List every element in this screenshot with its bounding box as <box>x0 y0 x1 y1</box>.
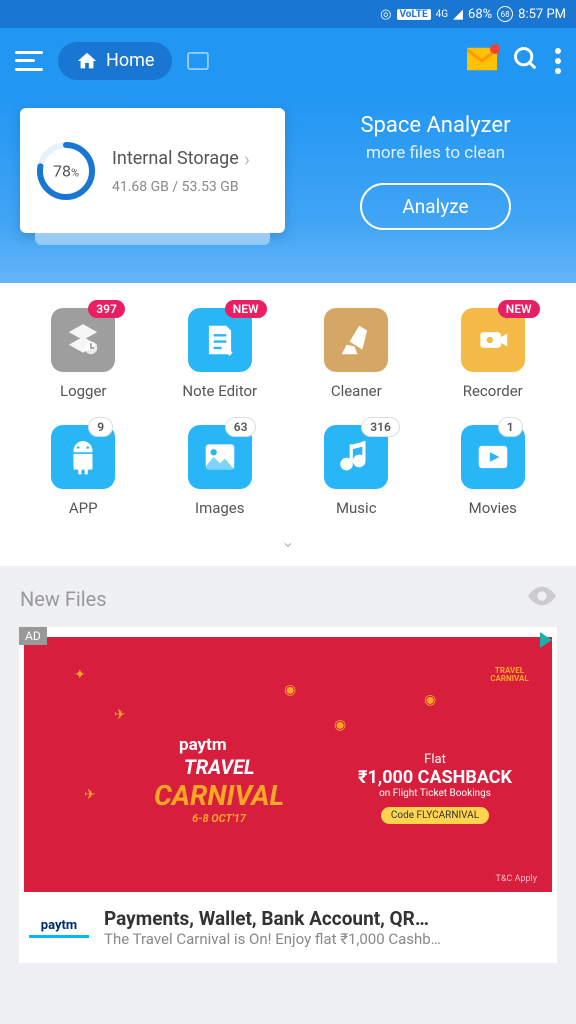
ad-travel-text: TRAVEL <box>154 755 284 779</box>
chevron-right-icon: › <box>244 147 250 171</box>
ad-flat-text: Flat <box>358 752 512 767</box>
ad-label: AD <box>19 627 47 645</box>
deco-icon: ✈ <box>84 787 96 803</box>
grid-label: Movies <box>430 499 557 517</box>
deco-icon: ◉ <box>284 682 296 698</box>
grid-label: Recorder <box>430 382 557 400</box>
clock: 8:57 PM <box>518 7 566 22</box>
storage-percent: 78 <box>53 161 71 180</box>
storage-title: Internal Storage <box>112 148 239 169</box>
deco-icon: ◉ <box>424 692 436 708</box>
category-grid: 397 Logger NEW Note Editor Cleaner NEW <box>0 283 576 527</box>
analyze-button[interactable]: Analyze <box>360 183 510 230</box>
expand-toggle[interactable]: ⌄ <box>0 527 576 566</box>
hero-section: 78% Internal Storage› 41.68 GB / 53.53 G… <box>0 93 576 283</box>
ad-brand: paytm <box>179 735 227 755</box>
ad-banner: ✦ ✈ ✈ ◉ ◉ ◉ TRAVELCARNIVAL paytm TRAVEL … <box>24 637 552 892</box>
grid-item-recorder[interactable]: NEW Recorder <box>430 308 557 400</box>
grid-label: Cleaner <box>293 382 420 400</box>
badge: NEW <box>498 300 540 318</box>
ad-footer-logo: paytm <box>29 918 89 938</box>
signal-icon: ◢ <box>453 7 463 22</box>
badge: NEW <box>225 300 267 318</box>
ad-footer: paytm Payments, Wallet, Bank Account, QR… <box>19 892 557 963</box>
new-files-header: New Files <box>0 566 576 621</box>
grid-label: Logger <box>20 382 147 400</box>
grid-item-movies[interactable]: 1 Movies <box>430 425 557 517</box>
mail-button[interactable] <box>467 47 497 75</box>
grid-item-cleaner[interactable]: Cleaner <box>293 308 420 400</box>
storage-ring: 78% <box>35 140 97 202</box>
ad-dates: 6-8 OCT'17 <box>154 812 284 825</box>
sd-card-decoration <box>35 233 270 245</box>
storage-info: Internal Storage› 41.68 GB / 53.53 GB <box>112 147 250 195</box>
adchoices-icon[interactable] <box>540 632 552 648</box>
analyzer-subtitle: more files to clean <box>315 143 556 163</box>
grid-label: Music <box>293 499 420 517</box>
ad-amount: ₹1,000 CASHBACK <box>358 767 512 788</box>
badge: 63 <box>225 417 257 437</box>
grid-label: APP <box>20 499 147 517</box>
search-icon <box>512 45 540 73</box>
visibility-icon[interactable] <box>528 586 556 611</box>
ad-footer-content: Payments, Wallet, Bank Account, QR… The … <box>104 907 547 948</box>
grid-item-app[interactable]: 9 APP <box>20 425 147 517</box>
ad-logo-text: paytm <box>29 918 89 933</box>
badge: 1 <box>498 417 523 437</box>
grid-label: Images <box>157 499 284 517</box>
analyzer-section: Space Analyzer more files to clean Analy… <box>315 108 556 283</box>
storage-usage: 41.68 GB / 53.53 GB <box>112 179 250 195</box>
search-button[interactable] <box>512 45 540 77</box>
home-label: Home <box>106 50 154 71</box>
menu-button[interactable] <box>15 51 43 71</box>
volte-badge: VoLTE <box>397 9 431 20</box>
badge: 316 <box>361 417 400 437</box>
ad-code: Code FLYCARNIVAL <box>381 807 489 824</box>
ad-cashback: Flat ₹1,000 CASHBACK on Flight Ticket Bo… <box>358 752 512 824</box>
ad-carnival-text: CARNIVAL <box>154 779 284 812</box>
home-chip[interactable]: Home <box>58 42 172 80</box>
grid-item-images[interactable]: 63 Images <box>157 425 284 517</box>
ad-tnc: T&C Apply <box>496 874 537 884</box>
battery-ring: 68 <box>497 6 513 22</box>
badge: 397 <box>88 300 125 318</box>
ad-on-text: on Flight Ticket Bookings <box>358 788 512 799</box>
app-header: Home <box>0 28 576 93</box>
deco-icon: ◉ <box>334 717 346 733</box>
grid-item-note-editor[interactable]: NEW Note Editor <box>157 308 284 400</box>
grid-item-music[interactable]: 316 Music <box>293 425 420 517</box>
ad-footer-title: Payments, Wallet, Bank Account, QR… <box>104 907 547 930</box>
notification-dot <box>490 44 500 54</box>
battery-text: 68% <box>468 7 492 22</box>
hotspot-icon: ◎ <box>380 7 391 22</box>
network-icon: 4G <box>436 9 448 20</box>
ad-headline: TRAVEL CARNIVAL 6-8 OCT'17 <box>154 755 284 825</box>
ad-card[interactable]: AD ✦ ✈ ✈ ◉ ◉ ◉ TRAVELCARNIVAL paytm TRAV… <box>18 626 558 964</box>
more-button[interactable] <box>555 48 561 74</box>
section-title-text: New Files <box>20 587 107 611</box>
grid-item-logger[interactable]: 397 Logger <box>20 308 147 400</box>
deco-icon: ✈ <box>114 707 126 723</box>
deco-icon: ✦ <box>74 667 86 683</box>
badge: 9 <box>88 417 113 437</box>
carnival-stamp: TRAVELCARNIVAL <box>487 652 532 697</box>
storage-card[interactable]: 78% Internal Storage› 41.68 GB / 53.53 G… <box>20 108 285 233</box>
broom-icon <box>324 308 388 372</box>
status-bar: ◎ VoLTE 4G ◢ 68% 68 8:57 PM <box>0 0 576 28</box>
ad-footer-sub: The Travel Carnival is On! Enjoy flat ₹1… <box>104 930 547 948</box>
grid-label: Note Editor <box>157 382 284 400</box>
home-icon <box>76 50 98 72</box>
window-icon[interactable] <box>187 52 209 70</box>
analyzer-title: Space Analyzer <box>315 113 556 138</box>
